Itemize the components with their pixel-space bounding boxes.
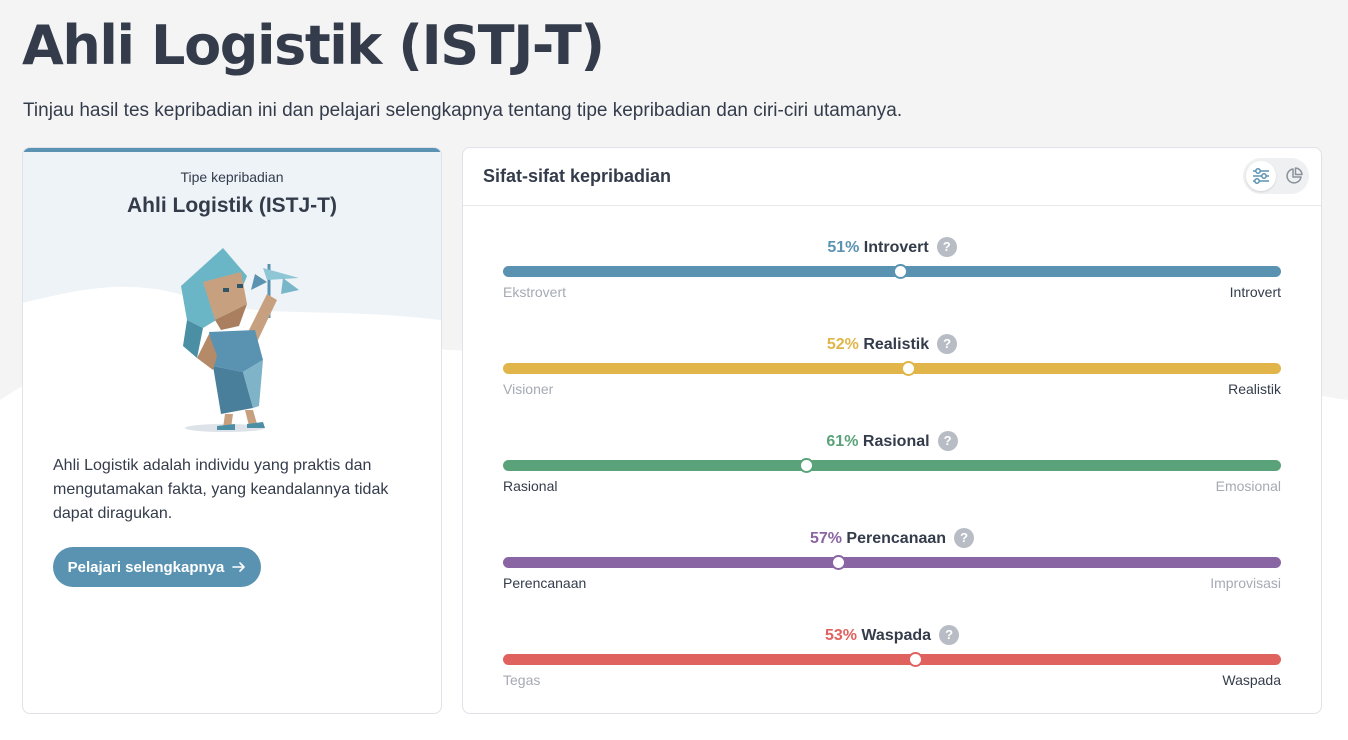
page-title: Ahli Logistik (ISTJ-T): [22, 14, 605, 77]
trait-right-pole: Emosional: [1215, 478, 1281, 494]
trait-bar: [503, 654, 1281, 665]
trait-label: Waspada: [856, 627, 932, 644]
trait-marker: [901, 361, 916, 376]
help-icon[interactable]: ?: [937, 431, 958, 451]
arrow-right-icon: [232, 562, 246, 572]
trait-right-pole: Waspada: [1222, 672, 1281, 688]
trait-heading: 52% Realistik?: [503, 333, 1281, 357]
sliders-icon: [1253, 168, 1269, 184]
trait-percentage: 61%: [826, 433, 859, 450]
trait-percentage: 53%: [824, 627, 857, 644]
traits-title: Sifat-sifat kepribadian: [483, 166, 672, 186]
type-eyebrow: Tipe kepribadian: [180, 169, 284, 185]
trait-marker: [908, 652, 923, 667]
page-subtitle: Tinjau hasil tes kepribadian ini dan pel…: [23, 100, 903, 121]
trait-left-pole: Perencanaan: [503, 575, 587, 591]
trait-percentage: 51%: [827, 239, 860, 256]
trait-bar: [503, 460, 1281, 471]
sliders-view-button[interactable]: [1246, 161, 1276, 191]
trait-label: Realistik: [858, 336, 930, 353]
trait-percentage: 57%: [809, 530, 842, 547]
trait-left-pole: Visioner: [503, 381, 554, 397]
trait-heading: 57% Perencanaan?: [503, 527, 1281, 551]
help-icon[interactable]: ?: [939, 625, 960, 645]
personality-type-card: Tipe kepribadian Ahli Logistik (ISTJ-T) …: [22, 147, 442, 714]
logistician-character-illustration: [181, 248, 299, 432]
trait-marker: [831, 555, 846, 570]
trait-heading: 51% Introvert?: [503, 236, 1281, 260]
help-icon[interactable]: ?: [954, 528, 975, 548]
view-toggle: [1243, 158, 1309, 194]
help-icon[interactable]: ?: [937, 334, 958, 354]
trait-right-pole: Improvisasi: [1210, 575, 1281, 591]
trait-label: Rasional: [858, 433, 930, 450]
trait-right-pole: Realistik: [1228, 381, 1281, 397]
type-description: Ahli Logistik adalah individu yang prakt…: [53, 457, 389, 522]
learn-more-label: Pelajari selengkapnya: [67, 558, 225, 576]
learn-more-button[interactable]: Pelajari selengkapnya: [53, 547, 261, 587]
trait-left-pole: Tegas: [503, 672, 541, 688]
card-accent-bar: [23, 148, 441, 152]
trait-marker: [799, 458, 814, 473]
traits-header: Sifat-sifat kepribadian: [463, 148, 1321, 206]
trait-bar: [503, 266, 1281, 277]
pie-chart-icon: [1286, 167, 1303, 184]
trait-row-introvert: 51% Introvert? Ekstrovert Introvert: [503, 236, 1281, 306]
trait-right-pole: Introvert: [1229, 284, 1281, 300]
trait-heading: 53% Waspada?: [503, 624, 1281, 648]
trait-marker: [893, 264, 908, 279]
trait-row-rasional: 61% Rasional? Rasional Emosional: [503, 430, 1281, 500]
trait-left-pole: Ekstrovert: [503, 284, 567, 300]
traits-card: Sifat-sifat kepribadian 51% Introvert ? …: [462, 147, 1322, 714]
trait-percentage: 52%: [826, 336, 859, 353]
help-icon[interactable]: ?: [936, 237, 957, 257]
trait-row-perencanaan: 57% Perencanaan? Perencanaan Improvisasi: [503, 527, 1281, 597]
trait-row-waspada: 53% Waspada? Tegas Waspada: [503, 624, 1281, 694]
trait-heading: 61% Rasional?: [503, 430, 1281, 454]
trait-bar: [503, 363, 1281, 374]
trait-label: Perencanaan: [841, 530, 947, 547]
trait-left-pole: Rasional: [503, 478, 558, 494]
type-name: Ahli Logistik (ISTJ-T): [127, 194, 337, 217]
pie-chart-view-button[interactable]: [1279, 161, 1309, 191]
trait-bar: [503, 557, 1281, 568]
trait-label: Introvert: [859, 239, 929, 256]
trait-row-realistik: 52% Realistik? Visioner Realistik: [503, 333, 1281, 403]
